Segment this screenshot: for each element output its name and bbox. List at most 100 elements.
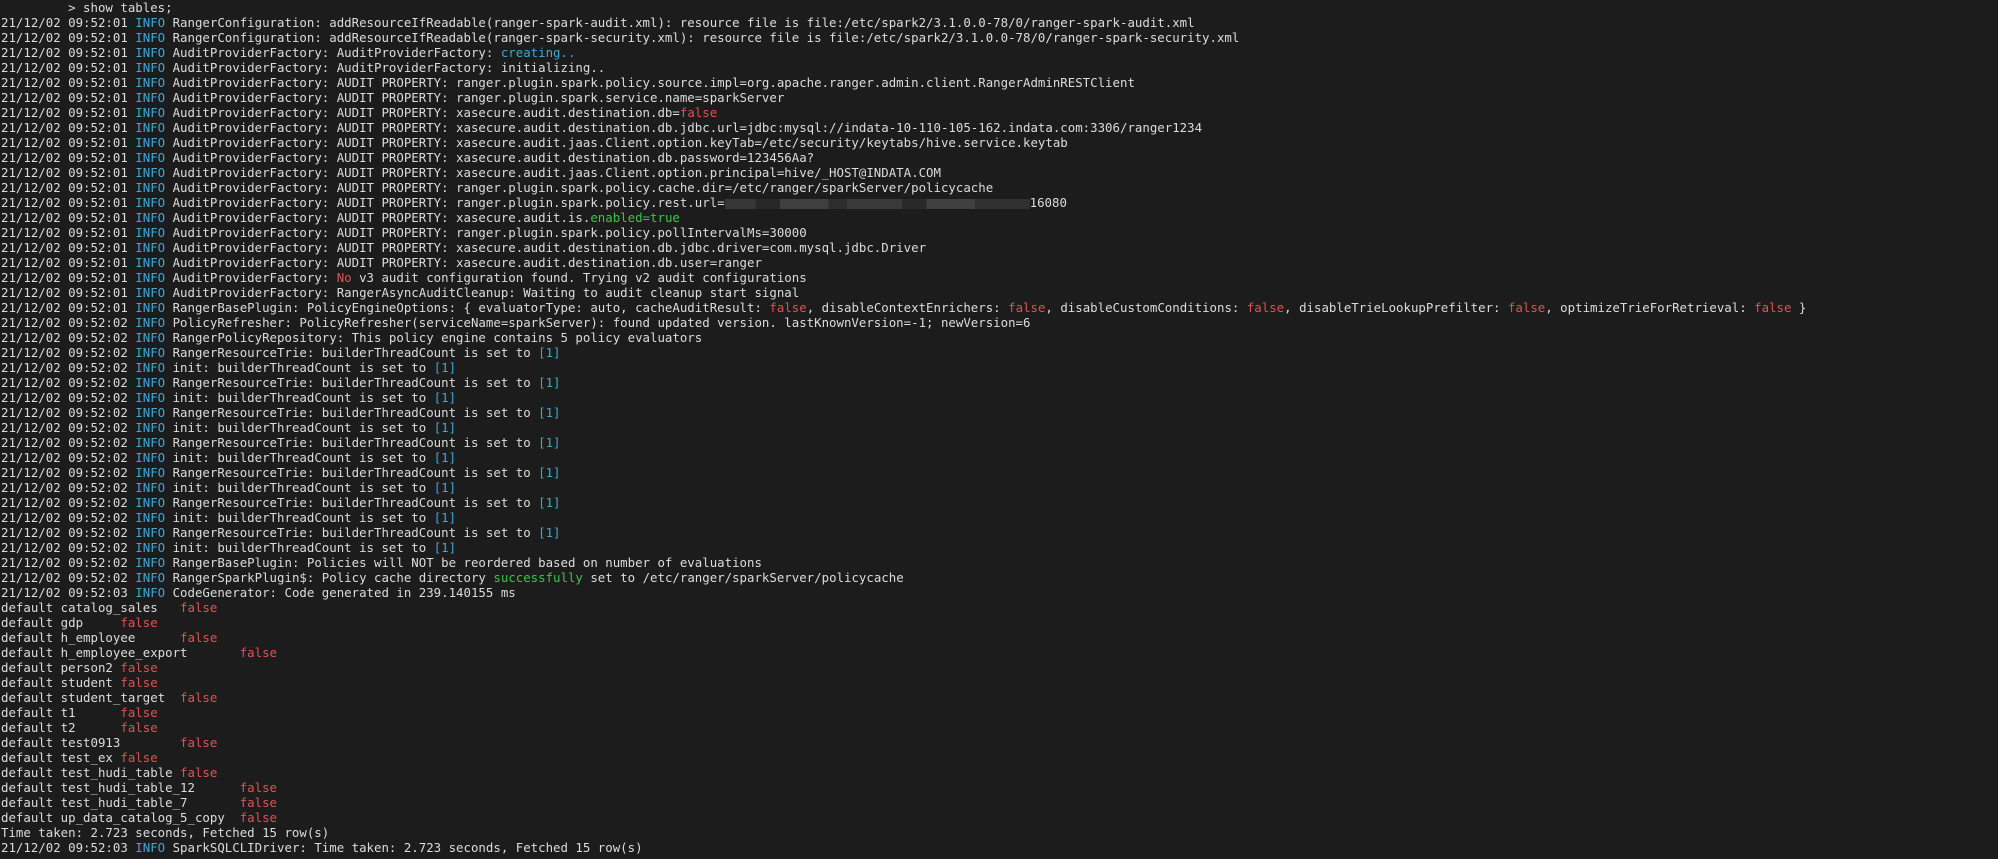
terminal-text: [1] bbox=[538, 495, 561, 510]
terminal-text: RangerResourceTrie: builderThreadCount i… bbox=[165, 405, 539, 420]
terminal-line: 21/12/02 09:52:01 INFO AuditProviderFact… bbox=[1, 165, 1998, 180]
log-level: INFO bbox=[135, 120, 166, 135]
terminal-text: 21/12/02 09:52:02 bbox=[1, 540, 136, 555]
terminal-text: AuditProviderFactory: AUDIT PROPERTY: xa… bbox=[165, 120, 1203, 135]
terminal-text: RangerBasePlugin: Policies will NOT be r… bbox=[165, 555, 762, 570]
terminal-text: } bbox=[1791, 300, 1807, 315]
terminal-text: false bbox=[1754, 300, 1792, 315]
terminal-text: [1] bbox=[538, 525, 561, 540]
terminal-text: 21/12/02 09:52:01 bbox=[1, 165, 136, 180]
log-level: INFO bbox=[135, 495, 166, 510]
terminal-text: AuditProviderFactory: AuditProviderFacto… bbox=[165, 45, 501, 60]
terminal-line: 21/12/02 09:52:02 INFO init: builderThre… bbox=[1, 480, 1998, 495]
terminal-text: false bbox=[769, 300, 807, 315]
terminal-text: 21/12/02 09:52:02 bbox=[1, 330, 136, 345]
terminal-line: default t2 false bbox=[1, 720, 1998, 735]
terminal-text: 21/12/02 09:52:02 bbox=[1, 315, 136, 330]
terminal-text: CodeGenerator: Code generated in 239.140… bbox=[165, 585, 516, 600]
log-level: INFO bbox=[135, 240, 166, 255]
terminal-text: AuditProviderFactory: RangerAsyncAuditCl… bbox=[165, 285, 800, 300]
terminal-text: default gdp bbox=[1, 615, 121, 630]
log-level: INFO bbox=[135, 570, 166, 585]
terminal-text: false bbox=[120, 615, 158, 630]
terminal-text: , disableContextEnrichers: bbox=[806, 300, 1009, 315]
log-level: INFO bbox=[135, 90, 166, 105]
terminal-text: 21/12/02 09:52:02 bbox=[1, 390, 136, 405]
terminal-text: [1] bbox=[538, 375, 561, 390]
terminal-text: 21/12/02 09:52:02 bbox=[1, 555, 136, 570]
terminal-text: v3 audit configuration found. Trying v2 … bbox=[351, 270, 807, 285]
terminal-text: RangerResourceTrie: builderThreadCount i… bbox=[165, 345, 539, 360]
terminal-line: 21/12/02 09:52:02 INFO init: builderThre… bbox=[1, 510, 1998, 525]
terminal-text: init: builderThreadCount is set to bbox=[165, 480, 434, 495]
terminal-text: default student bbox=[1, 675, 121, 690]
log-level: INFO bbox=[135, 45, 166, 60]
terminal-line: default h_employee_export false bbox=[1, 645, 1998, 660]
terminal-line: default student_target false bbox=[1, 690, 1998, 705]
terminal-text: , disableCustomConditions: bbox=[1045, 300, 1247, 315]
terminal-text: [1] bbox=[538, 345, 561, 360]
terminal-text: default up_data_catalog_5_copy bbox=[1, 810, 240, 825]
terminal-text: 21/12/02 09:52:01 bbox=[1, 255, 136, 270]
terminal-text: AuditProviderFactory: AUDIT PROPERTY: xa… bbox=[165, 105, 680, 120]
redacted-block bbox=[724, 198, 1030, 209]
terminal-text: RangerConfiguration: addResourceIfReadab… bbox=[165, 30, 1240, 45]
log-level: INFO bbox=[135, 330, 166, 345]
terminal-text: AuditProviderFactory: AuditProviderFacto… bbox=[165, 60, 606, 75]
terminal-line: > show tables; bbox=[1, 0, 1998, 15]
terminal-line: default t1 false bbox=[1, 705, 1998, 720]
terminal-text: default t1 bbox=[1, 705, 121, 720]
terminal-text: AuditProviderFactory: bbox=[165, 270, 337, 285]
terminal-line: 21/12/02 09:52:02 INFO init: builderThre… bbox=[1, 450, 1998, 465]
terminal-line: default test_hudi_table_7 false bbox=[1, 795, 1998, 810]
log-level: INFO bbox=[135, 210, 166, 225]
log-level: INFO bbox=[135, 75, 166, 90]
terminal-line: 21/12/02 09:52:01 INFO AuditProviderFact… bbox=[1, 90, 1998, 105]
terminal-line: default person2 false bbox=[1, 660, 1998, 675]
terminal-text: false bbox=[180, 765, 218, 780]
terminal-text: false bbox=[120, 660, 158, 675]
terminal-text: [1] bbox=[538, 435, 561, 450]
terminal-line: default up_data_catalog_5_copy false bbox=[1, 810, 1998, 825]
terminal-line: 21/12/02 09:52:02 INFO RangerResourceTri… bbox=[1, 525, 1998, 540]
terminal-text: RangerResourceTrie: builderThreadCount i… bbox=[165, 465, 539, 480]
terminal-text: AuditProviderFactory: AUDIT PROPERTY: xa… bbox=[165, 165, 941, 180]
terminal-text: RangerResourceTrie: builderThreadCount i… bbox=[165, 375, 539, 390]
log-level: INFO bbox=[135, 285, 166, 300]
terminal-window[interactable]: > show tables; 21/12/02 09:52:01 INFO Ran… bbox=[1, 0, 1998, 859]
log-level: INFO bbox=[135, 360, 166, 375]
terminal-text: false bbox=[120, 750, 158, 765]
terminal-line: 21/12/02 09:52:03 INFO CodeGenerator: Co… bbox=[1, 585, 1998, 600]
terminal-text: , disableTrieLookupPrefilter: bbox=[1284, 300, 1508, 315]
terminal-text: default catalog_sales bbox=[1, 600, 181, 615]
terminal-text: RangerBasePlugin: PolicyEngineOptions: {… bbox=[165, 300, 770, 315]
terminal-text: false bbox=[120, 720, 158, 735]
terminal-text: 21/12/02 09:52:01 bbox=[1, 105, 136, 120]
terminal-text: init: builderThreadCount is set to bbox=[165, 360, 434, 375]
terminal-text: 21/12/02 09:52:01 bbox=[1, 150, 136, 165]
terminal-text: 21/12/02 09:52:01 bbox=[1, 225, 136, 240]
terminal-text: AuditProviderFactory: AUDIT PROPERTY: ra… bbox=[165, 75, 1135, 90]
terminal-line: 21/12/02 09:52:01 INFO AuditProviderFact… bbox=[1, 285, 1998, 300]
terminal-text: RangerSparkPlugin$: Policy cache directo… bbox=[165, 570, 494, 585]
terminal-text: false bbox=[239, 810, 278, 825]
terminal-line: default test_ex false bbox=[1, 750, 1998, 765]
terminal-text: [1] bbox=[433, 480, 457, 495]
terminal-line: default catalog_sales false bbox=[1, 600, 1998, 615]
terminal-line: 21/12/02 09:52:02 INFO init: builderThre… bbox=[1, 540, 1998, 555]
terminal-line: 21/12/02 09:52:02 INFO RangerResourceTri… bbox=[1, 465, 1998, 480]
terminal-text: AuditProviderFactory: AUDIT PROPERTY: xa… bbox=[165, 150, 815, 165]
terminal-text: 21/12/02 09:52:01 bbox=[1, 75, 136, 90]
terminal-line: 21/12/02 09:52:02 INFO RangerResourceTri… bbox=[1, 435, 1998, 450]
terminal-text: default t2 bbox=[1, 720, 121, 735]
terminal-line: 21/12/02 09:52:02 INFO RangerResourceTri… bbox=[1, 495, 1998, 510]
terminal-line: 21/12/02 09:52:01 INFO AuditProviderFact… bbox=[1, 255, 1998, 270]
log-level: INFO bbox=[135, 225, 166, 240]
terminal-text: AuditProviderFactory: AUDIT PROPERTY: xa… bbox=[165, 210, 591, 225]
terminal-text: creating.. bbox=[500, 45, 576, 60]
terminal-text: default test_hudi_table bbox=[1, 765, 181, 780]
terminal-text: 21/12/02 09:52:01 bbox=[1, 180, 136, 195]
terminal-text: false bbox=[180, 630, 218, 645]
terminal-text: init: builderThreadCount is set to bbox=[165, 540, 434, 555]
terminal-text: default h_employee_export bbox=[1, 645, 240, 660]
